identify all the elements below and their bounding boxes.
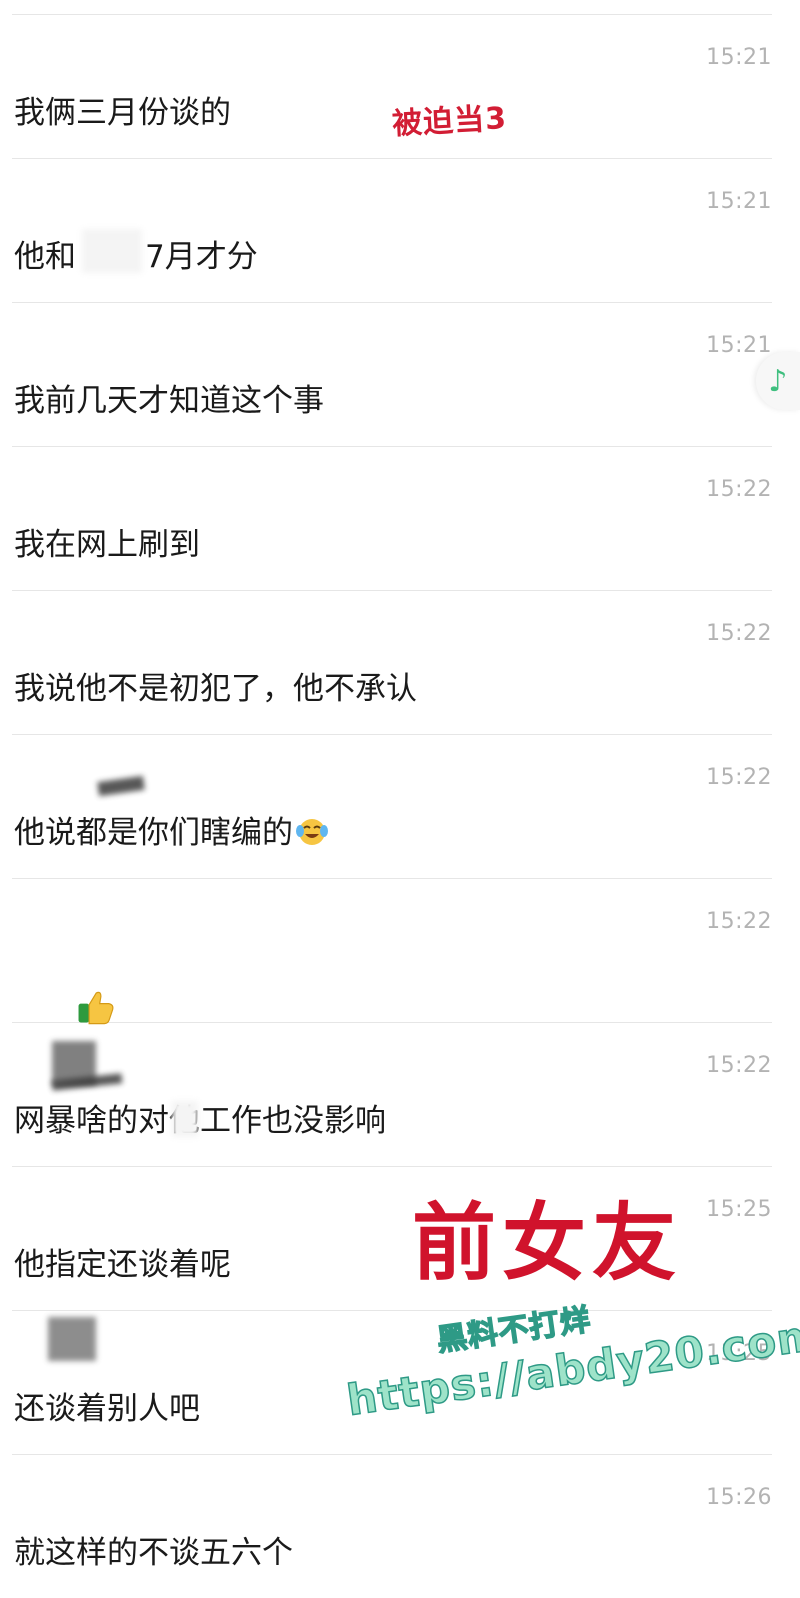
message-text: 我前几天才知道这个事 [14,383,324,419]
message-time: 15:22 [706,765,772,790]
message-time: 15:22 [706,1053,772,1078]
message-text: 就这样的不谈五六个 [14,1535,293,1571]
message-time: 15:25 [706,1197,772,1222]
message-text: 我俩三月份谈的 [14,95,231,131]
redaction-smudge [97,775,145,797]
thumbs-up-emoji-icon [78,991,114,1025]
message-text: 我说他不是初犯了，他不承认 [14,671,417,707]
message-item[interactable]: 15:21 他和 7月才分 [12,159,772,303]
message-item[interactable]: 15:22 [12,879,772,1025]
message-time: 15:22 [706,477,772,502]
message-time: 15:21 [706,333,772,358]
laughing-crying-emoji-icon [296,819,328,845]
message-text: 网暴啥的对他工作也没影响 [14,1103,386,1139]
message-time: 15:26 [706,1485,772,1510]
message-item[interactable]: 15:22 网暴啥的对他工作也没影响 [12,1023,772,1167]
annotation-label-big: 前女友 [412,1194,683,1292]
music-note-icon: ♪ [768,363,788,399]
message-item[interactable]: 15:22 他说都是你们瞎编的 [12,735,772,879]
message-time: 15:21 [706,45,772,70]
annotation-label-small: 被迫当3 [391,101,508,142]
message-time: 15:21 [706,189,772,214]
message-text: 还谈着别人吧 [14,1391,200,1427]
message-text: 他指定还谈着呢 [14,1247,231,1283]
message-text: 他说都是你们瞎编的 [14,807,329,852]
redaction-blur [82,229,142,273]
message-text-body: 他说都是你们瞎编的 [14,815,293,851]
message-item[interactable]: 15:22 我在网上刷到 [12,447,772,591]
message-item[interactable]: 15:21 我前几天才知道这个事 [12,303,772,447]
redaction-blur [172,1101,198,1137]
redaction-smudge [48,1317,96,1361]
message-time: 15:22 [706,909,772,934]
message-text: 我在网上刷到 [14,527,200,563]
message-time: 15:22 [706,621,772,646]
message-item[interactable]: 15:22 我说他不是初犯了，他不承认 [12,591,772,735]
